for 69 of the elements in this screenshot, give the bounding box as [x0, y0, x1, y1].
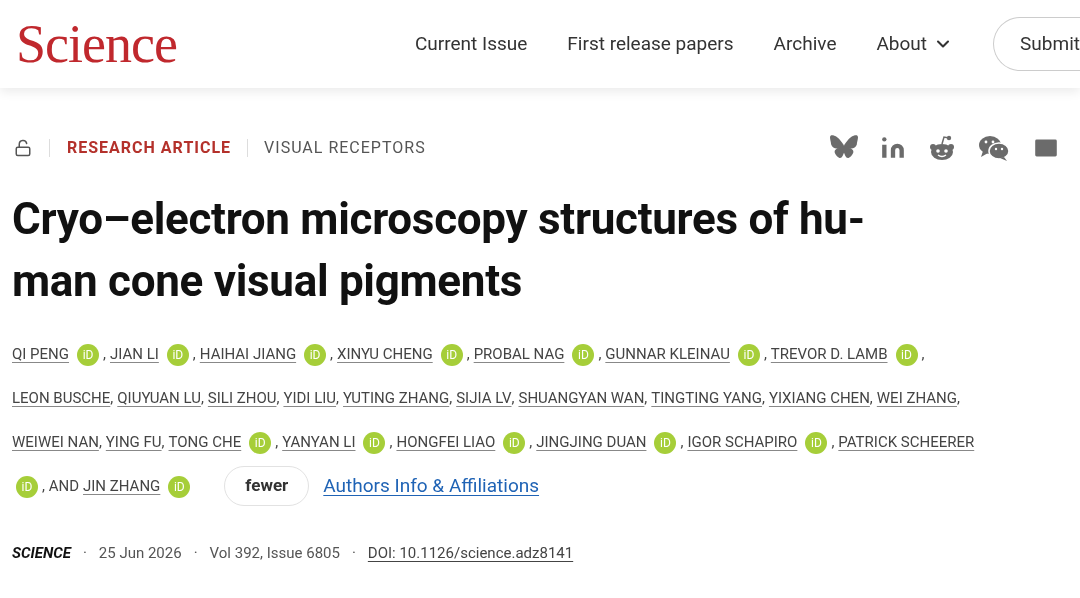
- author-link[interactable]: SIJIA LV: [456, 386, 512, 410]
- author-separator: ,: [763, 343, 767, 365]
- author-separator: ,: [644, 387, 648, 409]
- author-separator: ,: [598, 343, 602, 365]
- article-section[interactable]: VISUAL RECEPTORS: [264, 136, 426, 160]
- author-separator: ,: [330, 343, 334, 365]
- author-link[interactable]: YIDI LIU: [283, 386, 337, 410]
- author-link[interactable]: IGOR SCHAPIRO: [687, 430, 798, 454]
- author-link[interactable]: PATRICK SCHEERER: [838, 430, 975, 454]
- author-separator: , AND: [42, 475, 79, 497]
- author-link[interactable]: YING FU: [105, 430, 162, 454]
- meta-text: 25 Jun 2026: [98, 543, 182, 564]
- author-separator: ,: [98, 431, 102, 453]
- author-link[interactable]: TREVOR D. LAMB: [770, 342, 888, 366]
- author-link[interactable]: WEIWEI NAN: [12, 430, 99, 454]
- author-separator: ,: [336, 387, 339, 409]
- author-separator: ,: [275, 431, 279, 453]
- author-link[interactable]: QI PENG: [12, 342, 70, 366]
- author-link[interactable]: XINYU CHENG: [337, 342, 433, 366]
- reddit-icon[interactable]: [928, 134, 956, 162]
- author-separator: ,: [956, 387, 960, 409]
- author-separator: ,: [529, 431, 533, 453]
- author-separator: ,: [466, 343, 470, 365]
- author-separator: ,: [276, 387, 280, 409]
- meta-text: Vol 392, Issue 6805: [209, 543, 340, 564]
- author-separator: ,: [831, 431, 835, 453]
- author-link[interactable]: JIAN LI: [110, 342, 159, 366]
- author-link[interactable]: YUTING ZHANG: [343, 386, 450, 410]
- author-link[interactable]: YANYAN LI: [282, 430, 356, 454]
- article-title: Cryo–electron microscopy structures of hu- man cone visual pigments: [12, 192, 866, 309]
- article-type[interactable]: RESEARCH ARTICLE: [67, 136, 232, 160]
- nav-menu[interactable]: About: [876, 29, 954, 59]
- author-link[interactable]: TONG CHE: [168, 430, 242, 454]
- site-logo[interactable]: Science: [16, 17, 177, 71]
- author-separator: ,: [761, 387, 765, 409]
- author-separator: ,: [869, 387, 873, 409]
- linkedin-icon[interactable]: [880, 135, 906, 161]
- author-separator: ,: [200, 387, 204, 409]
- author-separator: ,: [103, 343, 106, 365]
- author-separator: ,: [161, 431, 165, 453]
- nav-link[interactable]: Archive: [773, 29, 837, 59]
- chat-bubbles-icon[interactable]: [978, 134, 1010, 162]
- author-separator: ,: [389, 431, 393, 453]
- author-link[interactable]: QIUYUAN LU: [117, 386, 201, 410]
- author-link[interactable]: TINGTING YANG: [651, 386, 762, 410]
- author-link[interactable]: HAIHAI JIANG: [199, 342, 297, 366]
- author-link[interactable]: GUNNAR KLEINAU: [605, 342, 730, 366]
- meta-separator: ·: [193, 543, 198, 564]
- author-link[interactable]: PROBAL NAG: [473, 342, 565, 366]
- author-separator: ,: [449, 387, 453, 409]
- meta-separator: ·: [351, 543, 356, 564]
- doi-link[interactable]: DOI: 10.1126/science.adz8141: [367, 542, 574, 565]
- nav-link[interactable]: First release papers: [567, 29, 734, 59]
- author-separator: ,: [921, 343, 925, 365]
- affiliations-link[interactable]: Authors Info & Affiliations: [323, 471, 540, 501]
- butterfly-icon[interactable]: [830, 135, 858, 161]
- author-link[interactable]: WEI ZHANG: [876, 386, 957, 410]
- author-link[interactable]: HONGFEI LIAO: [396, 430, 496, 454]
- journal-name: SCIENCE: [12, 543, 71, 564]
- author-link[interactable]: JIN ZHANG: [83, 474, 161, 498]
- nav-link[interactable]: Current Issue: [415, 29, 528, 59]
- author-separator: ,: [110, 387, 114, 409]
- author-separator: ,: [192, 343, 196, 365]
- author-link[interactable]: YIXIANG CHEN: [768, 386, 870, 410]
- author-link[interactable]: JINGJING DUAN: [536, 430, 647, 454]
- unlocked-icon: [14, 139, 32, 157]
- author-separator: ,: [511, 387, 515, 409]
- author-separator: ,: [680, 431, 684, 453]
- meta-separator: ·: [82, 543, 87, 564]
